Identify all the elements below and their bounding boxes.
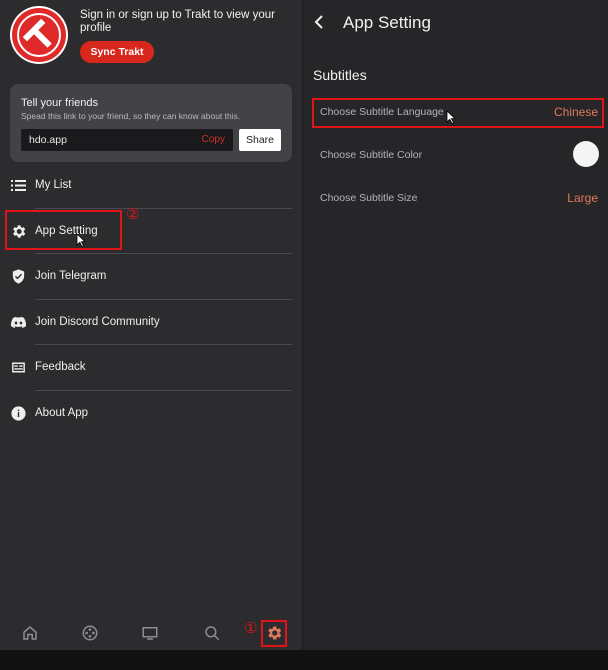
highlight-app-setting — [5, 210, 122, 250]
menu-item-join-telegram[interactable]: Join Telegram — [0, 254, 302, 300]
share-title: Tell your friends — [21, 97, 99, 109]
share-link-text: hdo.app — [29, 134, 67, 146]
signin-prompt: Sign in or sign up to Trakt to view your… — [80, 9, 275, 34]
menu-item-feedback[interactable]: Feedback — [0, 345, 302, 391]
side-menu: My List App Settting Join Telegram Join … — [0, 163, 302, 436]
mouse-cursor-icon — [446, 110, 456, 124]
menu-label: Feedback — [35, 361, 86, 373]
copy-button[interactable]: Copy — [202, 134, 225, 145]
menu-item-about-app[interactable]: About App — [0, 391, 302, 437]
list-icon — [11, 180, 26, 191]
menu-label: Join Telegram — [35, 270, 107, 282]
step-2-marker: ② — [126, 206, 140, 223]
home-icon[interactable] — [21, 624, 39, 642]
tv-icon[interactable] — [141, 624, 159, 642]
highlight-settings-tab — [261, 620, 287, 647]
section-title-subtitles: Subtitles — [313, 67, 367, 83]
info-icon — [11, 405, 26, 421]
share-card: Tell your friends Spead this link to you… — [10, 84, 292, 162]
feedback-icon — [12, 362, 25, 373]
trakt-logo-icon — [12, 8, 66, 62]
trakt-logo[interactable] — [10, 6, 68, 64]
menu-item-join-discord[interactable]: Join Discord Community — [0, 300, 302, 345]
mouse-cursor-icon — [76, 233, 86, 247]
side-drawer: Sign in or sign up to Trakt to view your… — [0, 0, 302, 670]
share-link-field[interactable]: hdo.app Copy — [21, 129, 233, 151]
menu-item-my-list[interactable]: My List — [0, 163, 302, 209]
subtitle-color-row[interactable]: Choose Subtitle Color — [303, 141, 608, 171]
discord-icon — [10, 316, 27, 328]
search-icon[interactable] — [203, 624, 221, 642]
step-1-marker: ① — [244, 620, 258, 637]
shield-check-icon — [12, 269, 25, 284]
subtitle-size-row[interactable]: Choose Subtitle Size Large — [303, 184, 608, 214]
highlight-subtitle-language — [312, 98, 604, 128]
subtitle-size-value[interactable]: Large — [567, 191, 598, 205]
menu-label: Join Discord Community — [35, 315, 160, 328]
system-bar — [0, 650, 608, 670]
page-title: App Setting — [343, 13, 431, 32]
back-arrow-icon[interactable] — [311, 13, 329, 31]
subtitle-color-swatch[interactable] — [573, 141, 599, 167]
menu-label: My List — [35, 179, 72, 191]
setting-label: Choose Subtitle Color — [320, 149, 423, 161]
menu-label: About App — [35, 406, 89, 419]
setting-label: Choose Subtitle Size — [320, 192, 418, 204]
film-reel-icon[interactable] — [81, 624, 99, 642]
share-button[interactable]: Share — [239, 129, 281, 151]
share-subtitle: Spead this link to your friend, so they … — [21, 111, 241, 121]
sync-trakt-button[interactable]: Sync Trakt — [80, 41, 154, 63]
settings-screen: App Setting Subtitles Choose Subtitle La… — [303, 0, 608, 650]
